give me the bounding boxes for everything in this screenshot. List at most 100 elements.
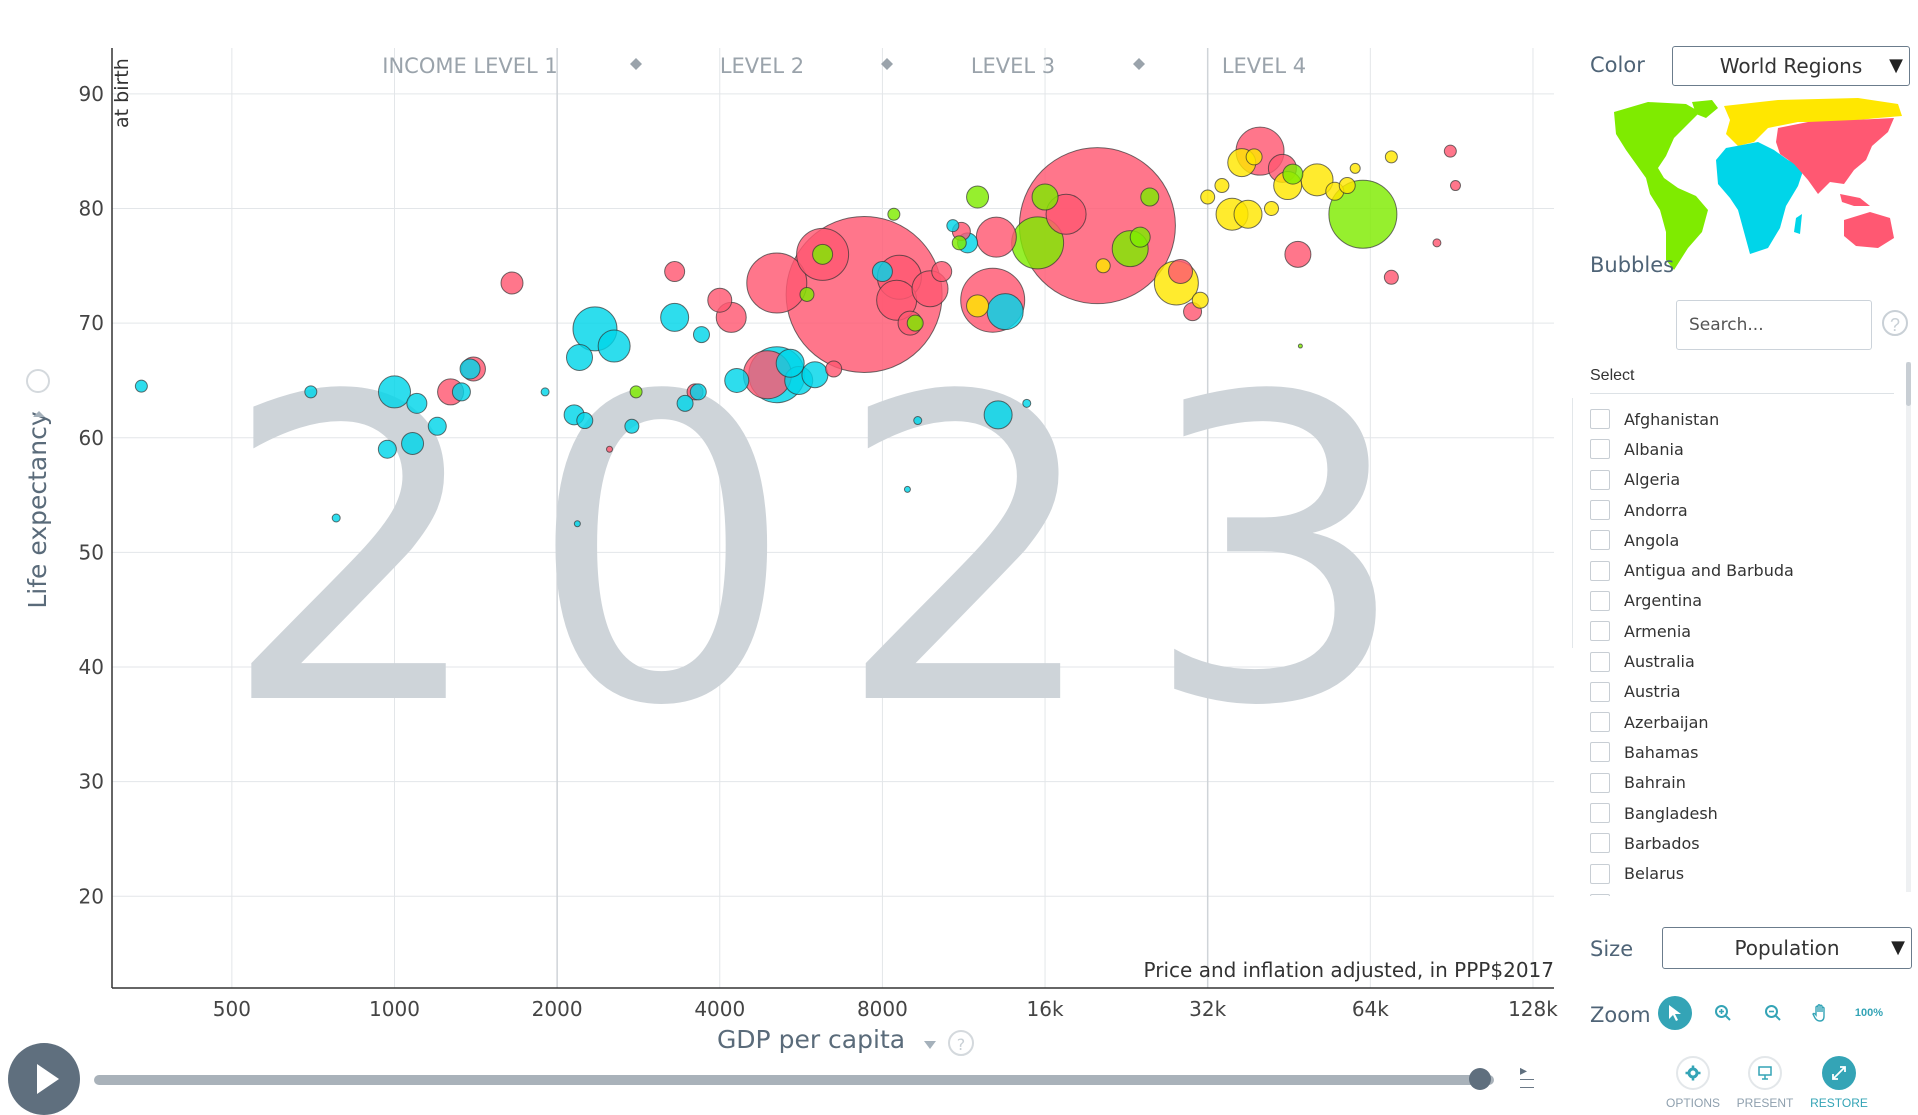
bubble[interactable] bbox=[801, 361, 829, 389]
country-item[interactable]: Angola bbox=[1590, 525, 1908, 555]
country-item[interactable]: Bahamas bbox=[1590, 737, 1908, 767]
bubble[interactable] bbox=[871, 261, 893, 283]
country-item[interactable]: Albania bbox=[1590, 434, 1908, 464]
search-input[interactable] bbox=[1676, 300, 1872, 350]
bubble[interactable] bbox=[573, 520, 581, 528]
bubble[interactable] bbox=[134, 379, 148, 393]
bubble[interactable] bbox=[597, 329, 631, 363]
bubble[interactable] bbox=[966, 185, 990, 209]
bubble[interactable] bbox=[724, 367, 750, 393]
country-item[interactable]: Austria bbox=[1590, 677, 1908, 707]
bubble[interactable] bbox=[946, 219, 960, 233]
bubble[interactable] bbox=[825, 360, 843, 378]
zoom-in-button[interactable] bbox=[1706, 996, 1740, 1030]
checkbox[interactable] bbox=[1590, 590, 1610, 611]
checkbox[interactable] bbox=[1590, 742, 1610, 763]
play-button[interactable] bbox=[8, 1043, 80, 1115]
bubble[interactable] bbox=[1383, 269, 1399, 285]
checkbox[interactable] bbox=[1590, 621, 1610, 642]
bubble[interactable] bbox=[1245, 148, 1263, 166]
bubble[interactable] bbox=[1432, 238, 1442, 248]
x-axis-dropdown-icon[interactable] bbox=[924, 1041, 936, 1049]
bubble[interactable] bbox=[1129, 226, 1151, 248]
bubble[interactable] bbox=[331, 513, 341, 523]
checkbox[interactable] bbox=[1590, 439, 1610, 460]
y-axis-help-icon[interactable] bbox=[26, 369, 50, 393]
bubble[interactable] bbox=[1214, 178, 1230, 194]
bubble[interactable] bbox=[566, 344, 594, 372]
bubble[interactable] bbox=[576, 412, 594, 430]
bubble[interactable] bbox=[689, 383, 707, 401]
checkbox[interactable] bbox=[1590, 772, 1610, 793]
bubble[interactable] bbox=[377, 375, 411, 409]
checkbox[interactable] bbox=[1590, 530, 1610, 551]
country-item[interactable]: Algeria bbox=[1590, 465, 1908, 495]
size-dropdown[interactable]: Population ▼ bbox=[1662, 927, 1912, 969]
bubble[interactable] bbox=[1022, 398, 1032, 408]
bubble[interactable] bbox=[951, 235, 967, 251]
country-item[interactable]: Argentina bbox=[1590, 586, 1908, 616]
country-item[interactable]: Belarus bbox=[1590, 858, 1908, 888]
pan-button[interactable] bbox=[1804, 996, 1838, 1030]
checkbox[interactable] bbox=[1590, 803, 1610, 823]
bubble[interactable] bbox=[377, 439, 397, 459]
bubble[interactable] bbox=[500, 271, 524, 295]
bubble[interactable] bbox=[966, 294, 990, 318]
bubble[interactable] bbox=[1297, 343, 1303, 349]
bubble[interactable] bbox=[975, 216, 1017, 258]
bubble[interactable] bbox=[1349, 162, 1361, 174]
bubble[interactable] bbox=[427, 416, 447, 436]
country-item[interactable]: Afghanistan bbox=[1590, 404, 1908, 434]
bubble[interactable] bbox=[812, 243, 834, 265]
bubble[interactable] bbox=[304, 385, 318, 399]
country-item[interactable]: Barbados bbox=[1590, 828, 1908, 858]
bubble[interactable] bbox=[1264, 200, 1280, 216]
checkbox[interactable] bbox=[1590, 500, 1610, 521]
country-item[interactable]: Bahrain bbox=[1590, 768, 1908, 798]
country-item[interactable]: Australia bbox=[1590, 646, 1908, 676]
timeline-handle[interactable] bbox=[1469, 1068, 1491, 1090]
country-item[interactable]: Antigua and Barbuda bbox=[1590, 555, 1908, 585]
country-item[interactable]: Armenia bbox=[1590, 616, 1908, 646]
present-button[interactable] bbox=[1748, 1056, 1782, 1090]
bubble[interactable] bbox=[1095, 258, 1111, 274]
country-list[interactable]: Afghanistan Albania Algeria Andorra Angola An… bbox=[1590, 404, 1908, 896]
bubble[interactable] bbox=[913, 416, 923, 426]
bubble[interactable] bbox=[1031, 183, 1059, 211]
bubble[interactable] bbox=[692, 326, 710, 344]
bubble[interactable] bbox=[459, 358, 481, 380]
checkbox[interactable] bbox=[1590, 409, 1610, 430]
bubble[interactable] bbox=[1443, 144, 1457, 158]
country-item[interactable]: Bangladesh bbox=[1590, 798, 1908, 828]
bubble[interactable] bbox=[1338, 177, 1356, 195]
checkbox[interactable] bbox=[1590, 651, 1610, 672]
bubble[interactable] bbox=[887, 207, 901, 221]
list-scrollbar[interactable] bbox=[1906, 362, 1911, 892]
bubble[interactable] bbox=[1282, 163, 1304, 185]
bubble[interactable] bbox=[676, 394, 694, 412]
bubble[interactable] bbox=[1284, 240, 1312, 268]
country-item[interactable]: Azerbaijan bbox=[1590, 707, 1908, 737]
bubble[interactable] bbox=[401, 431, 425, 455]
bubble[interactable] bbox=[1168, 259, 1194, 285]
country-item[interactable]: Andorra bbox=[1590, 495, 1908, 525]
bubble[interactable] bbox=[906, 314, 924, 332]
bubble[interactable] bbox=[624, 418, 640, 434]
world-regions-map[interactable] bbox=[1608, 98, 1908, 276]
bubble-chart[interactable]: 20 30 40 50 60 70 80 90 500 1000 2000 4000 8000 16k 32… bbox=[0, 0, 1560, 1111]
bubble[interactable] bbox=[1449, 180, 1461, 192]
zoom-out-button[interactable] bbox=[1756, 996, 1790, 1030]
bubble[interactable] bbox=[707, 287, 733, 313]
checkbox[interactable] bbox=[1590, 469, 1610, 490]
select-tool-button[interactable] bbox=[1658, 996, 1692, 1030]
checkbox[interactable] bbox=[1590, 681, 1610, 702]
bubble[interactable] bbox=[1191, 291, 1209, 309]
color-dropdown[interactable]: World Regions ▼ bbox=[1672, 46, 1910, 86]
checkbox[interactable] bbox=[1590, 863, 1610, 884]
bubble[interactable] bbox=[629, 385, 643, 399]
bubble[interactable] bbox=[540, 387, 550, 397]
restore-button[interactable] bbox=[1822, 1056, 1856, 1090]
checkbox[interactable] bbox=[1590, 712, 1610, 733]
help-icon[interactable]: ? bbox=[1882, 310, 1908, 336]
checkbox[interactable] bbox=[1590, 833, 1610, 854]
